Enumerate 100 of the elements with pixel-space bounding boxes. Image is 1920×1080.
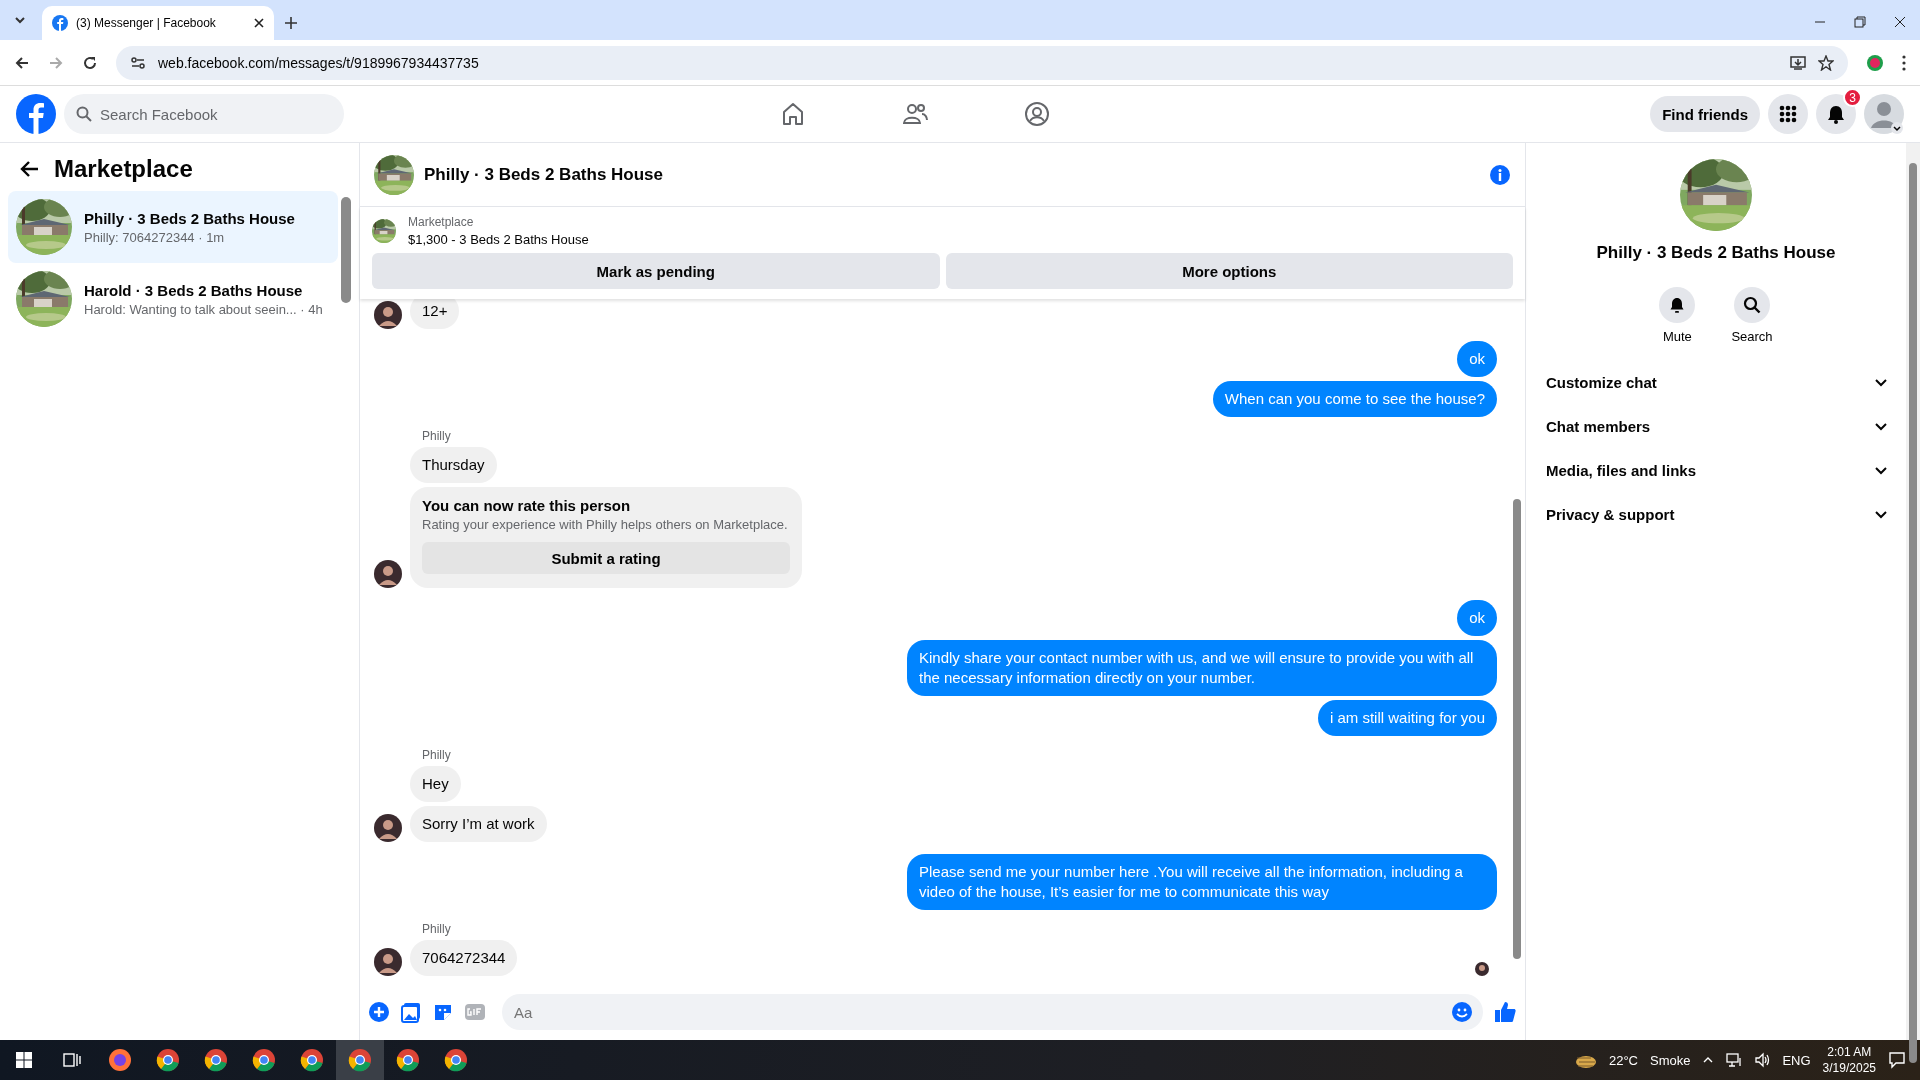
conversation-preview: Harold: Wanting to talk about seein... · 4h xyxy=(84,301,323,317)
message-bubble: Please send me your number here .You will receive all the information, including a video of the house, It’s easier for me to communicate this way xyxy=(907,854,1497,910)
avatar-icon xyxy=(374,301,402,329)
conversation-preview: Philly: 7064272344 · 1m xyxy=(84,229,226,245)
search-icon xyxy=(1743,296,1761,314)
section-label: Customize chat xyxy=(1546,373,1657,391)
back-icon[interactable] xyxy=(20,159,40,179)
browser-icon[interactable] xyxy=(108,1048,132,1072)
search-placeholder: Search Facebook xyxy=(100,105,218,123)
scrollbar[interactable] xyxy=(1513,499,1521,959)
extension-icon[interactable] xyxy=(1866,53,1884,72)
network-icon[interactable] xyxy=(1726,1052,1743,1068)
thumbs-up-icon[interactable] xyxy=(1493,1000,1517,1024)
menu-icon xyxy=(1779,105,1797,123)
message-bubble: Thursday xyxy=(410,447,497,483)
seen-avatar-icon xyxy=(1475,962,1489,976)
language-indicator[interactable]: ENG xyxy=(1782,1052,1811,1068)
message-bubble: i am still waiting for you xyxy=(1317,700,1497,736)
install-icon[interactable] xyxy=(1790,54,1806,71)
section-header[interactable]: Chat members xyxy=(1540,404,1894,448)
profile-icon[interactable] xyxy=(1024,101,1050,127)
bell-icon xyxy=(1826,104,1846,124)
restore-icon[interactable] xyxy=(1854,16,1866,28)
emoji-icon[interactable] xyxy=(1451,1001,1473,1023)
photo-icon[interactable] xyxy=(400,1001,422,1023)
section-header[interactable]: Customize chat xyxy=(1540,360,1894,404)
submit-rating-button[interactable]: Submit a rating xyxy=(422,542,790,574)
section-label: Chat members xyxy=(1546,417,1651,435)
weather-text: Smoke xyxy=(1649,1052,1691,1068)
message-bubble: ok xyxy=(1457,600,1497,636)
browser-icon[interactable] xyxy=(348,1048,372,1072)
sender-name: Philly xyxy=(422,748,452,762)
avatar-icon xyxy=(374,948,402,976)
menu-button[interactable] xyxy=(1768,94,1808,134)
browser-tab[interactable]: (3) Messenger | Facebook xyxy=(42,6,274,40)
new-tab-icon[interactable] xyxy=(284,16,298,30)
reload-icon[interactable] xyxy=(82,54,98,71)
conversation-item[interactable]: Harold · 3 Beds 2 Baths House Harold: Wanting to talk about seein... · 4h xyxy=(8,263,338,335)
browser-icon[interactable] xyxy=(396,1048,420,1072)
address-bar[interactable]: web.facebook.com/messages/t/9189967934437735 xyxy=(116,45,1848,80)
message-bubble: Sorry I’m at work xyxy=(410,806,547,842)
clock[interactable]: 2:01 AM 3/19/2025 xyxy=(1822,1044,1876,1076)
rating-title: You can now rate this person xyxy=(422,497,632,514)
browser-icon[interactable] xyxy=(204,1048,228,1072)
message-bubble: Hey xyxy=(410,766,461,802)
search-icon xyxy=(76,106,92,122)
sender-name: Philly xyxy=(422,922,452,936)
notifications-icon[interactable] xyxy=(1888,1051,1906,1069)
avatar-icon xyxy=(374,560,402,588)
conversation-title: Philly · 3 Beds 2 Baths House xyxy=(84,209,295,227)
close-icon[interactable] xyxy=(1894,16,1906,28)
info-icon[interactable] xyxy=(1489,163,1511,186)
back-icon[interactable] xyxy=(14,54,30,71)
windows-icon[interactable] xyxy=(16,1052,32,1068)
listing-action-button[interactable]: More options xyxy=(945,253,1513,289)
scrollbar[interactable] xyxy=(341,197,351,303)
facebook-logo[interactable] xyxy=(16,94,56,134)
volume-icon[interactable] xyxy=(1754,1052,1771,1068)
listing-title: $1,300 - 3 Beds 2 Baths House xyxy=(408,232,589,247)
message-bubble: 12+ xyxy=(410,299,460,329)
rating-text: Rating your experience with Philly helps others on Marketplace. xyxy=(422,517,789,532)
friends-icon[interactable] xyxy=(902,101,928,127)
close-icon[interactable] xyxy=(254,18,264,28)
sender-name: Philly xyxy=(422,429,452,443)
scrollbar[interactable] xyxy=(1909,163,1917,1063)
account-avatar-icon[interactable] xyxy=(1864,94,1904,134)
section-label: Privacy & support xyxy=(1546,505,1675,523)
more-icon[interactable] xyxy=(1902,54,1906,71)
section-label: Media, files and links xyxy=(1546,461,1697,479)
message-bubble: Kindly share your contact number with us, and we will ensure to provide you with all the necessary information directly on your number. xyxy=(907,640,1497,696)
conversation-item[interactable]: Philly · 3 Beds 2 Baths House Philly: 7064272344 · 1m xyxy=(8,191,338,263)
star-icon[interactable] xyxy=(1818,54,1834,71)
find-friends-button[interactable]: Find friends xyxy=(1650,96,1760,132)
tab-title: (3) Messenger | Facebook xyxy=(76,16,217,30)
facebook-icon xyxy=(52,15,68,31)
avatar-icon xyxy=(374,814,402,842)
browser-icon[interactable] xyxy=(156,1048,180,1072)
site-settings-icon xyxy=(130,54,146,71)
message-input[interactable]: Aa xyxy=(502,994,1483,1030)
listing-label: Marketplace xyxy=(408,215,475,229)
browser-icon[interactable] xyxy=(300,1048,324,1072)
caret-icon xyxy=(14,14,26,26)
listing-action-button[interactable]: Mark as pending xyxy=(372,253,940,289)
message-bubble: ok xyxy=(1457,341,1497,377)
notification-badge: 3 xyxy=(1843,88,1862,107)
browser-icon[interactable] xyxy=(444,1048,468,1072)
url-text: web.facebook.com/messages/t/9189967934437735 xyxy=(158,54,480,71)
temperature-text: 22°C xyxy=(1608,1052,1638,1068)
section-header[interactable]: Privacy & support xyxy=(1540,492,1894,536)
home-icon[interactable] xyxy=(780,101,806,127)
section-header[interactable]: Media, files and links xyxy=(1540,448,1894,492)
browser-icon[interactable] xyxy=(252,1048,276,1072)
chat-title: Philly · 3 Beds 2 Baths House xyxy=(424,164,664,185)
message-bubble: When can you come to see the house? xyxy=(1212,381,1497,417)
task-view-icon[interactable] xyxy=(63,1052,81,1068)
search-field[interactable]: Search Facebook xyxy=(64,94,344,134)
details-title: Philly · 3 Beds 2 Baths House xyxy=(1596,243,1836,263)
message-bubble: 7064272344 xyxy=(410,940,518,976)
sidebar-title: Marketplace xyxy=(54,155,193,183)
plus-icon[interactable] xyxy=(368,1001,390,1023)
